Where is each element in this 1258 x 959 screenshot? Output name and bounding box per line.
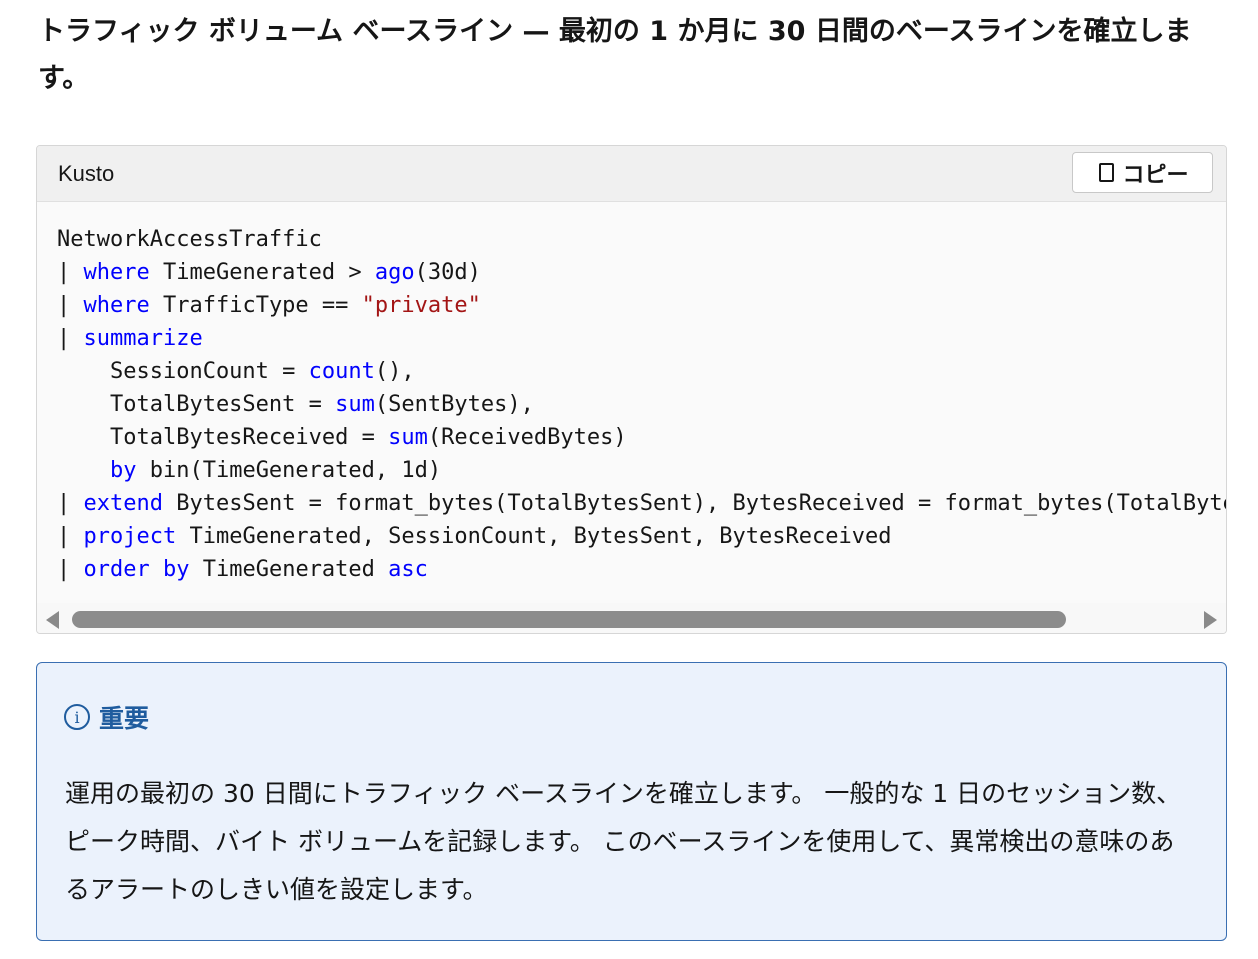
code-block: Kusto コピー NetworkAccessTraffic | where T… [36,145,1227,634]
code-line: | extend BytesSent = format_bytes(TotalB… [57,491,1226,516]
scroll-left-arrow-icon[interactable] [46,611,59,629]
code-keyword: order [83,557,150,582]
code-line: TotalBytesSent = sum(SentBytes), [57,392,534,417]
code-line: by bin(TimeGenerated, 1d) [57,458,441,483]
code-text: NetworkAccessTraffic | where TimeGenerat… [57,223,1226,586]
code-token: | [57,326,84,351]
code-line: SessionCount = count(), [57,359,415,384]
horizontal-scrollbar[interactable] [37,603,1226,633]
code-area[interactable]: NetworkAccessTraffic | where TimeGenerat… [37,203,1226,603]
code-token: | [57,293,84,318]
alert-text: 運用の最初の 30 日間にトラフィック ベースラインを確立します。 一般的な 1… [65,779,1182,904]
code-token: TotalBytesSent = [57,392,336,417]
code-token: TrafficType == [149,293,362,318]
code-token: NetworkAccessTraffic [57,227,322,252]
code-token: TimeGenerated [189,557,389,582]
code-line: | project TimeGenerated, SessionCount, B… [57,524,891,549]
code-string: "private" [361,293,481,318]
copy-icon [1096,162,1115,183]
code-token: | [57,524,84,549]
code-line: | order by TimeGenerated asc [57,557,428,582]
code-line: | where TrafficType == "private" [57,293,481,318]
code-keyword: project [83,524,177,549]
code-keyword: asc [388,557,428,582]
code-token: | [57,491,84,516]
code-keyword: sum [388,425,428,450]
scroll-right-arrow-icon[interactable] [1204,611,1217,629]
code-keyword: by [109,458,137,483]
code-token: (SentBytes), [374,392,534,417]
copy-button[interactable]: コピー [1072,152,1213,193]
code-token: BytesSent = format_bytes(TotalBytesSent)… [176,491,1226,516]
code-token: (), [374,359,415,384]
code-keyword: extend [83,491,163,516]
code-keyword: ago [374,260,415,285]
copy-button-label: コピー [1122,161,1189,187]
code-keyword: summarize [83,326,203,351]
scrollbar-thumb[interactable] [72,611,1066,628]
code-keyword: count [308,359,375,384]
code-keyword: sum [335,392,375,417]
code-header: Kusto コピー [37,146,1226,202]
alert-title: i 重要 [64,699,149,735]
code-keyword: by [162,557,190,582]
section-heading: トラフィック ボリューム ベースライン — 最初の 1 か月に 30 日間のベー… [38,16,1192,94]
code-token: | [57,260,84,285]
code-line: TotalBytesReceived = sum(ReceivedBytes) [57,425,627,450]
code-token: TimeGenerated > [149,260,375,285]
important-alert: i 重要 運用の最初の 30 日間にトラフィック ベースラインを確立します。 一… [36,662,1227,941]
code-token: TotalBytesReceived = [57,425,389,450]
info-icon: i [64,704,90,730]
code-language-label: Kusto [58,161,115,186]
code-keyword: where [83,260,150,285]
code-token: SessionCount = [57,359,309,384]
code-line: NetworkAccessTraffic [57,227,322,252]
code-token: (ReceivedBytes) [427,425,627,450]
code-token: | [57,557,84,582]
code-token: bin(TimeGenerated, 1d) [136,458,442,483]
code-token: (30d) [414,260,481,285]
code-keyword: where [83,293,150,318]
code-line: | summarize [57,326,203,351]
alert-title-text: 重要 [99,704,150,733]
code-token: TimeGenerated, SessionCount, BytesSent, … [176,524,892,549]
code-line: | where TimeGenerated > ago(30d) [57,260,481,285]
